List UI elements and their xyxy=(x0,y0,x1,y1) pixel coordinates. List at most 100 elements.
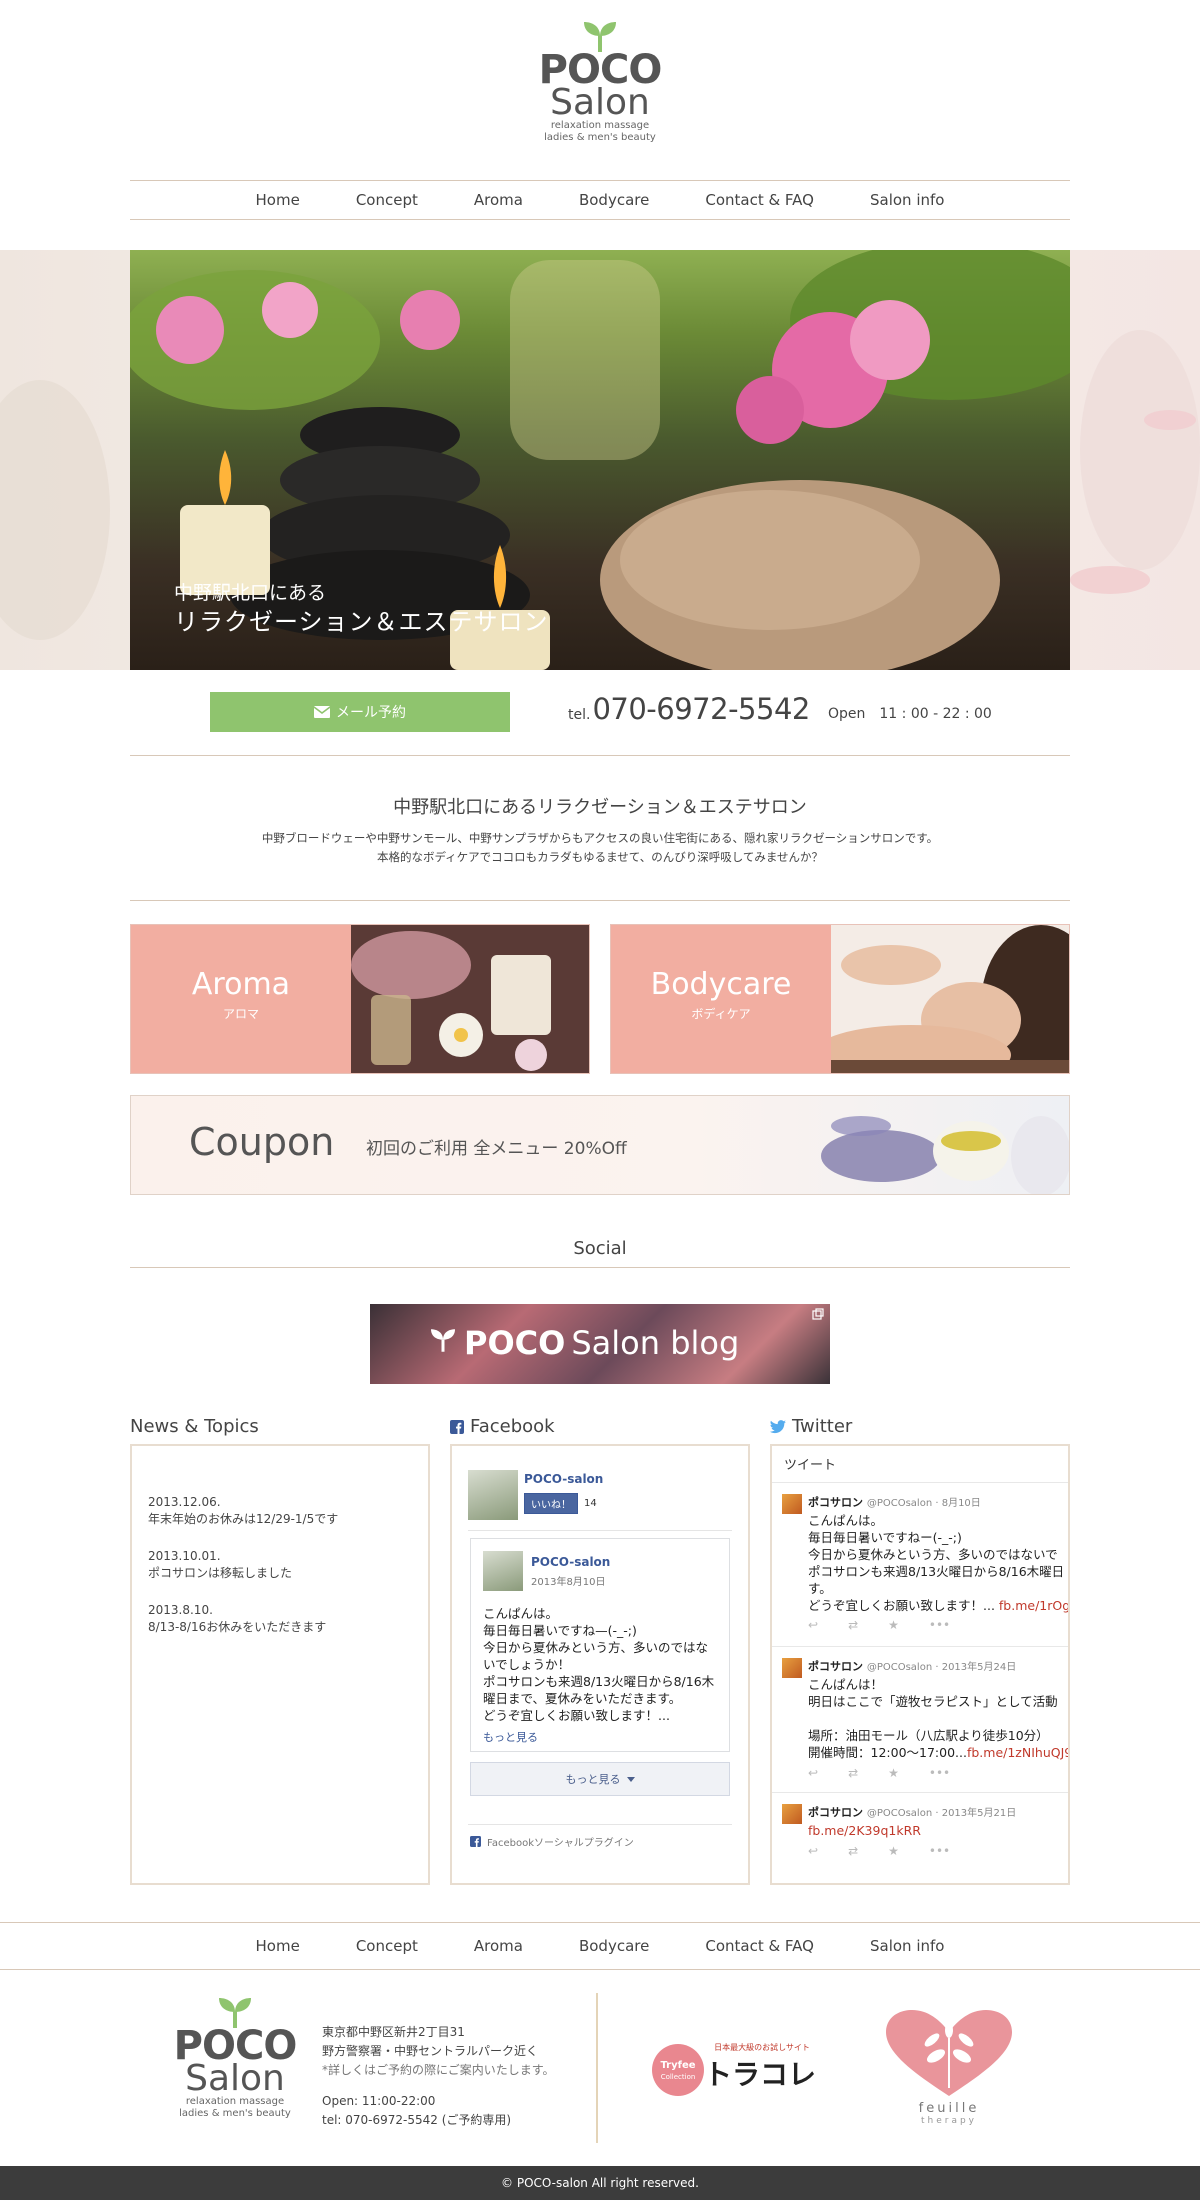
site-logo[interactable]: POCO Salon relaxation massage ladies & m… xyxy=(530,18,670,158)
facebook-post-text: こんぱんは。 毎日毎日暑いですね—(-_-;) 今日から夏休みという方、多いので… xyxy=(483,1605,721,1724)
twitter-panel: ツイート ポコサロン @POCOsalon · 8月10日 こんぱんは。 毎日毎… xyxy=(770,1444,1070,1885)
aroma-banner-subtitle: アロマ xyxy=(222,1007,259,1021)
divider xyxy=(772,1482,1068,1483)
facebook-like-button[interactable]: いいね！ xyxy=(524,1492,578,1514)
tweet-line: 場所：油田モール（八広駅より徒歩10分） xyxy=(808,1728,1049,1743)
favorite-icon[interactable]: ★ xyxy=(888,1844,899,1858)
logo-tagline: ladies & men's beauty xyxy=(179,2108,291,2119)
divider xyxy=(130,900,1070,901)
facebook-see-more-link[interactable]: もっと見る xyxy=(483,1729,538,1745)
favorite-icon[interactable]: ★ xyxy=(888,1618,899,1632)
twitter-heading: Twitter xyxy=(770,1416,852,1437)
nav-contact-faq[interactable]: Contact & FAQ xyxy=(677,191,842,209)
reply-icon[interactable]: ↩ xyxy=(808,1618,818,1632)
tweet-link[interactable]: fb.me/2K39q1kRR xyxy=(808,1822,1068,1839)
favorite-icon[interactable]: ★ xyxy=(888,1766,899,1780)
nav-salon-info[interactable]: Salon info xyxy=(842,191,972,209)
nav-bodycare[interactable]: Bodycare xyxy=(551,191,677,209)
nav-concept[interactable]: Concept xyxy=(328,191,446,209)
logo-tagline: relaxation massage xyxy=(185,2096,285,2107)
footer-nav-home[interactable]: Home xyxy=(228,1937,328,1955)
retweet-icon[interactable]: ⇄ xyxy=(848,1618,858,1632)
facebook-like-count: 14 xyxy=(584,1497,597,1509)
intro-title: 中野駅北口にあるリラクゼーション＆エステサロン xyxy=(393,797,807,818)
tweet-author-name: ポコサロン xyxy=(808,1496,863,1509)
tweet-link[interactable]: fb.me/1rOg xyxy=(999,1598,1068,1613)
intro-text-line2: 本格的なボディケアでココロもカラダもゆるませて、のんびり深呼吸してみませんか？ xyxy=(376,850,824,864)
news-item[interactable]: 2013.10.01. ポコサロンは移転しました xyxy=(148,1548,292,1582)
facebook-load-more-button[interactable]: もっと見る xyxy=(470,1762,730,1796)
tweet[interactable]: ポコサロン @POCOsalon · 8月10日 こんぱんは。 毎日毎日暑いです… xyxy=(772,1494,1068,1634)
more-icon[interactable]: ••• xyxy=(929,1766,950,1780)
blog-banner[interactable]: POCO Salon blog xyxy=(370,1304,830,1384)
hero-caption-line1: 中野駅北口にある xyxy=(174,582,327,604)
tweet-handle: @POCOsalon · 2013年5月21日 xyxy=(866,1808,1017,1819)
news-date: 2013.12.06. xyxy=(148,1495,221,1509)
facebook-post-author[interactable]: POCO-salon xyxy=(531,1555,610,1569)
news-item[interactable]: 2013.8.10. 8/13-8/16お休みをいただきます xyxy=(148,1602,326,1636)
tweet-avatar[interactable] xyxy=(782,1494,802,1514)
footer-nav-salon-info[interactable]: Salon info xyxy=(842,1937,972,1955)
tweet-line: こんぱんは！ xyxy=(808,1677,884,1692)
tweet[interactable]: ポコサロン @POCOsalon · 2013年5月24日 こんぱんは！ 明日は… xyxy=(772,1658,1068,1780)
trycolle-logo-link[interactable]: Tryfee Collection 日本最大級のお試しサイト トラコレ xyxy=(650,2038,830,2098)
footer-nav-bodycare[interactable]: Bodycare xyxy=(551,1937,677,1955)
coupon-banner[interactable]: Coupon 初回のご利用 全メニュー 20%Off xyxy=(130,1095,1070,1195)
facebook-icon xyxy=(470,1836,481,1847)
news-text: ポコサロンは移転しました xyxy=(148,1566,293,1580)
post-line: ポコサロンも来週8/13火曜日から8/16木 xyxy=(483,1674,715,1689)
blog-banner-salon-blog: Salon blog xyxy=(571,1324,740,1362)
retweet-icon[interactable]: ⇄ xyxy=(848,1844,858,1858)
post-line: 曜日まで、夏休みをいただきます。 xyxy=(483,1691,682,1706)
facebook-page-name[interactable]: POCO-salon xyxy=(524,1472,603,1486)
tweet-line: 明日はここで「遊牧セラピスト」として活動 xyxy=(808,1694,1058,1709)
facebook-icon xyxy=(450,1419,464,1434)
reply-icon[interactable]: ↩ xyxy=(808,1766,818,1780)
sprout-icon xyxy=(431,1329,455,1352)
tweet-avatar[interactable] xyxy=(782,1658,802,1678)
logo-salon-text: Salon xyxy=(185,2058,285,2099)
tweet-avatar[interactable] xyxy=(782,1804,802,1824)
mail-reservation-button[interactable]: メール予約 xyxy=(210,692,510,732)
copyright-bar: © POCO-salon All right reserved. xyxy=(0,2166,1200,2200)
nav-aroma[interactable]: Aroma xyxy=(446,191,551,209)
facebook-page-avatar[interactable] xyxy=(468,1470,518,1520)
tweet-link[interactable]: fb.me/1zNIhuQJ9 xyxy=(967,1745,1068,1760)
mail-reservation-label: メール予約 xyxy=(336,705,406,721)
footer-nav-concept[interactable]: Concept xyxy=(328,1937,446,1955)
post-line: どうぞ宜しくお願い致します！... xyxy=(483,1708,670,1723)
footer-nav-contact-faq[interactable]: Contact & FAQ xyxy=(677,1937,842,1955)
divider xyxy=(772,1792,1068,1793)
bodycare-banner[interactable]: Bodycare ボディケア xyxy=(610,924,1070,1074)
more-icon[interactable]: ••• xyxy=(929,1844,950,1858)
phone-number[interactable]: tel. 070-6972-5542 xyxy=(568,692,810,732)
bodycare-banner-subtitle: ボディケア xyxy=(691,1007,751,1021)
news-item[interactable]: 2013.12.06. 年末年始のお休みは12/29-1/5です xyxy=(148,1494,338,1528)
facebook-post-avatar[interactable] xyxy=(483,1551,523,1591)
post-line: こんぱんは。 xyxy=(483,1606,559,1621)
nav-home[interactable]: Home xyxy=(228,191,328,209)
tel-label: tel. xyxy=(568,707,591,723)
footer-open-hours: Open: 11:00-22:00 xyxy=(322,2094,436,2108)
retweet-icon[interactable]: ⇄ xyxy=(848,1766,858,1780)
news-text: 8/13-8/16お休みをいただきます xyxy=(148,1620,327,1634)
reply-icon[interactable]: ↩ xyxy=(808,1844,818,1858)
footer-tel: tel: 070-6972-5542 (ご予約専用) xyxy=(322,2113,512,2127)
aroma-banner[interactable]: Aroma アロマ xyxy=(130,924,590,1074)
address-line: 東京都中野区新井2丁目31 xyxy=(322,2025,465,2039)
lavender-tea-photo xyxy=(821,1116,1069,1194)
footer-address: 東京都中野区新井2丁目31 野方警察署・中野セントラルパーク近く *詳しくはご予… xyxy=(322,2023,555,2130)
facebook-plugin-label: Facebookソーシャルプラグイン xyxy=(487,1838,634,1849)
footer-nav-aroma[interactable]: Aroma xyxy=(446,1937,551,1955)
facebook-post-date[interactable]: 2013年8月10日 xyxy=(531,1573,606,1588)
facebook-post: POCO-salon 2013年8月10日 こんぱんは。 毎日毎日暑いですね—(… xyxy=(470,1538,730,1752)
feuille-therapy-logo-link[interactable]: feuille therapy xyxy=(884,2008,1014,2128)
tweet-text: こんぱんは！ 明日はここで「遊牧セラピスト」として活動 場所：油田モール（八広駅… xyxy=(808,1676,1068,1761)
tweet[interactable]: ポコサロン @POCOsalon · 2013年5月21日 fb.me/2K39… xyxy=(772,1804,1068,1874)
facebook-social-plugin[interactable]: Facebookソーシャルプラグイン xyxy=(470,1834,634,1849)
footer-logo[interactable]: POCO Salon relaxation massage ladies & m… xyxy=(170,1994,300,2120)
tweet-text: こんぱんは。 毎日毎日暑いですねー(-_-;) 今日から夏休みという方、多いので… xyxy=(808,1512,1068,1614)
more-icon[interactable]: ••• xyxy=(929,1618,950,1632)
address-note: *詳しくはご予約の際にご案内いたします。 xyxy=(322,2063,555,2077)
